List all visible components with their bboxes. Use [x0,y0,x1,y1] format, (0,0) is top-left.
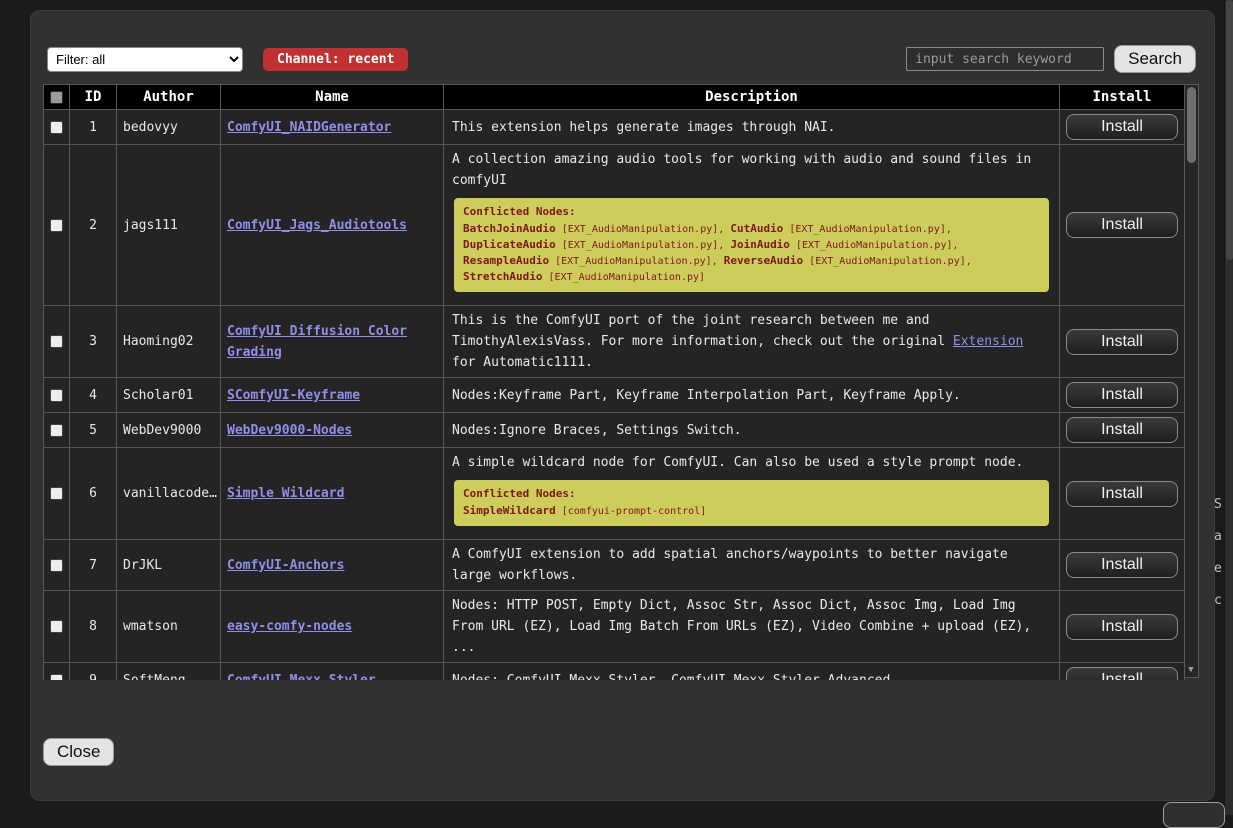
conflict-title: Conflicted Nodes: [463,487,1040,500]
row-description: This is the ComfyUI port of the joint re… [452,310,1051,373]
row-id: 4 [70,378,117,413]
conflict-box: Conflicted Nodes: BatchJoinAudio [EXT_Au… [454,198,1049,292]
install-button[interactable]: Install [1066,614,1178,640]
select-all-checkbox[interactable] [50,91,63,104]
table-row: 5 WebDev9000 WebDev9000-Nodes Nodes:Igno… [44,413,1185,448]
custom-nodes-dialog: Filter: all Channel: recent Search ID Au… [30,10,1215,801]
row-author: jags111 [117,145,221,306]
scroll-down-icon[interactable]: ▼ [1185,665,1197,675]
row-name-link[interactable]: ComfyUI_NAIDGenerator [227,120,391,135]
filter-select[interactable]: Filter: all [47,47,243,72]
table-row: 3 Haoming02 ComfyUI Diffusion Color Grad… [44,306,1185,378]
row-id: 6 [70,448,117,540]
row-id: 8 [70,591,117,663]
row-checkbox[interactable] [50,121,63,134]
background-letter: c [1214,593,1223,608]
row-author: Haoming02 [117,306,221,378]
row-author: vanillacode314 [117,448,221,540]
row-checkbox[interactable] [50,620,63,633]
channel-badge: Channel: recent [263,48,408,71]
row-description: Nodes: ComfyUI Mexx Styler, ComfyUI Mexx… [452,670,1051,681]
row-description: A simple wildcard node for ComfyUI. Can … [452,452,1051,473]
background-letter: S [1214,497,1223,512]
row-name-link[interactable]: ComfyUI Diffusion Color Grading [227,324,407,360]
row-checkbox[interactable] [50,487,63,500]
install-button[interactable]: Install [1066,417,1178,443]
install-button[interactable]: Install [1066,552,1178,578]
table-row: 1 bedovyy ComfyUI_NAIDGenerator This ext… [44,110,1185,145]
row-author: Scholar01 [117,378,221,413]
row-description: Nodes:Keyframe Part, Keyframe Interpolat… [452,385,1051,406]
row-id: 2 [70,145,117,306]
table-row: 2 jags111 ComfyUI_Jags_Audiotools A coll… [44,145,1185,306]
col-header-description: Description [444,85,1060,110]
install-button[interactable]: Install [1066,481,1178,507]
row-name-link[interactable]: ComfyUI_Mexx_Styler [227,673,376,681]
row-description: Nodes: HTTP POST, Empty Dict, Assoc Str,… [452,595,1051,658]
table-row: 4 Scholar01 SComfyUI-Keyframe Nodes:Keyf… [44,378,1185,413]
row-checkbox[interactable] [50,424,63,437]
page-scrollbar-thumb[interactable] [1226,0,1233,260]
install-button[interactable]: Install [1066,382,1178,408]
background-letter: e [1214,561,1223,576]
row-id: 9 [70,663,117,681]
row-author: DrJKL [117,540,221,591]
table-row: 7 DrJKL ComfyUI-Anchors A ComfyUI extens… [44,540,1185,591]
search-input[interactable] [906,47,1104,71]
col-header-author: Author [117,85,221,110]
row-name-link[interactable]: WebDev9000-Nodes [227,423,352,438]
description-link[interactable]: Extension [953,334,1023,349]
row-author: wmatson [117,591,221,663]
row-checkbox[interactable] [50,674,63,681]
row-name-link[interactable]: easy-comfy-nodes [227,619,352,634]
background-menu-sliver: Sa e c [1214,497,1223,608]
conflict-title: Conflicted Nodes: [463,205,1040,218]
table-header-row: ID Author Name Description Install [44,85,1185,110]
table-row: 8 wmatson easy-comfy-nodes Nodes: HTTP P… [44,591,1185,663]
row-author: WebDev9000 [117,413,221,448]
table-scrollbar[interactable]: ▼ [1185,84,1199,678]
table-row: 9 SoftMeng ComfyUI_Mexx_Styler Nodes: Co… [44,663,1185,681]
row-author: SoftMeng [117,663,221,681]
table-scrollbar-thumb[interactable] [1187,87,1196,163]
row-author: bedovyy [117,110,221,145]
conflict-box: Conflicted Nodes: SimpleWildcard [comfyu… [454,480,1049,526]
search-button[interactable]: Search [1114,45,1196,73]
row-checkbox[interactable] [50,389,63,402]
row-id: 3 [70,306,117,378]
row-name-link[interactable]: Simple Wildcard [227,486,344,501]
col-header-install: Install [1060,85,1185,110]
conflict-list: SimpleWildcard [comfyui-prompt-control] [463,503,1040,519]
install-button[interactable]: Install [1066,329,1178,355]
col-header-id: ID [70,85,117,110]
partial-button[interactable] [1163,802,1225,828]
row-description: This extension helps generate images thr… [452,117,1051,138]
row-checkbox[interactable] [50,559,63,572]
row-description: A collection amazing audio tools for wor… [452,149,1051,191]
row-checkbox[interactable] [50,219,63,232]
col-header-name: Name [221,85,444,110]
row-name-link[interactable]: ComfyUI-Anchors [227,558,344,573]
page-scrollbar[interactable] [1224,0,1233,815]
row-id: 1 [70,110,117,145]
table-row: 6 vanillacode314 Simple Wildcard A simpl… [44,448,1185,540]
toolbar: Filter: all Channel: recent Search [47,45,1196,73]
row-name-link[interactable]: ComfyUI_Jags_Audiotools [227,218,407,233]
install-button[interactable]: Install [1066,667,1178,680]
row-id: 7 [70,540,117,591]
background-letter: a [1214,529,1223,544]
row-id: 5 [70,413,117,448]
row-checkbox[interactable] [50,335,63,348]
row-description: Nodes:Ignore Braces, Settings Switch. [452,420,1051,441]
install-button[interactable]: Install [1066,212,1178,238]
close-button[interactable]: Close [43,738,114,766]
install-button[interactable]: Install [1066,114,1178,140]
row-description: A ComfyUI extension to add spatial ancho… [452,544,1051,586]
row-name-link[interactable]: SComfyUI-Keyframe [227,388,360,403]
conflict-list: BatchJoinAudio [EXT_AudioManipulation.py… [463,221,1040,285]
custom-nodes-table: ID Author Name Description Install 1 bed… [43,84,1199,680]
